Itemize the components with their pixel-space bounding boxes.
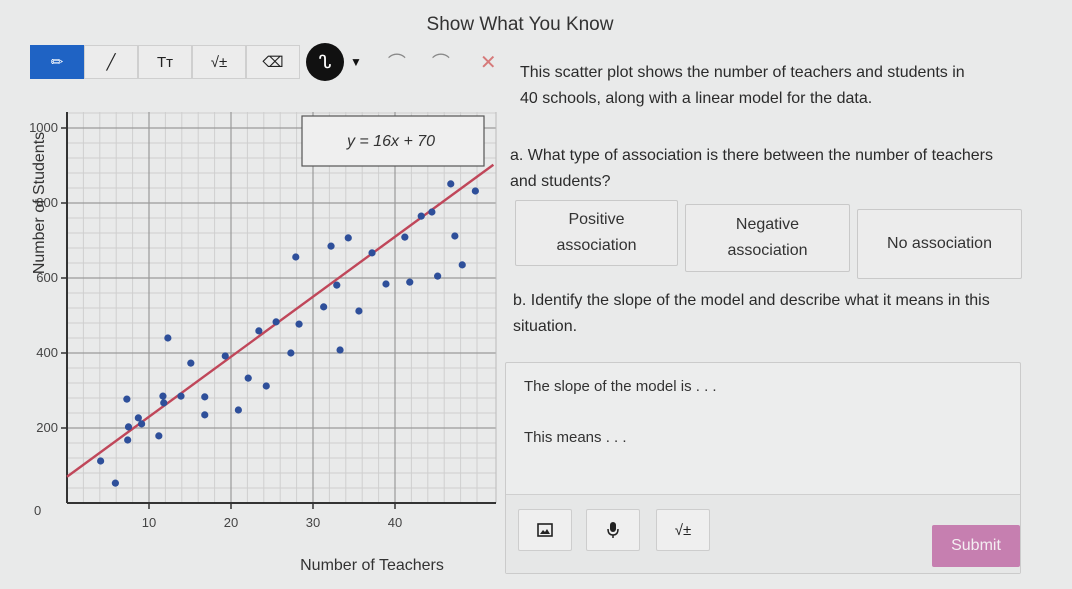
choice-label: Positive <box>568 211 625 228</box>
undo-icon[interactable]: ⌒ <box>388 49 406 75</box>
question-b: b. Identify the slope of the model and d… <box>513 292 990 335</box>
x-tick-label: 40 <box>388 515 402 530</box>
choice-no-association[interactable]: No association <box>857 209 1022 279</box>
choice-label: No association <box>887 235 992 252</box>
eraser-tool-button[interactable]: ⌫ <box>246 45 300 79</box>
data-point <box>447 180 455 188</box>
data-point <box>201 411 209 419</box>
data-point <box>160 399 168 407</box>
x-tick-label: 30 <box>306 515 320 530</box>
data-point <box>244 374 252 382</box>
data-point <box>336 346 344 354</box>
data-point <box>201 393 209 401</box>
data-point <box>138 420 146 428</box>
data-point <box>234 406 242 414</box>
prompt-line-2: 40 schools, along with a linear model fo… <box>520 90 873 107</box>
text-size-icon: Tт <box>156 53 174 71</box>
insert-image-button[interactable] <box>518 509 572 551</box>
data-point <box>451 232 459 240</box>
data-point <box>327 242 335 250</box>
math-tool-button[interactable]: √± <box>192 45 246 79</box>
choice-label: association <box>727 242 808 259</box>
y-tick-label: 200 <box>36 420 58 435</box>
eraser-icon: ⌫ <box>262 54 284 71</box>
pencil-icon: ✏ <box>50 54 64 71</box>
line-icon: ╱ <box>106 54 116 71</box>
data-point <box>272 318 280 326</box>
square-root-icon: √± <box>674 521 692 539</box>
text-tool-button[interactable]: Tт <box>138 45 192 79</box>
data-point <box>344 234 352 242</box>
answer-toolbar: √± Submit <box>506 494 1020 573</box>
chevron-down-icon[interactable]: ▼ <box>350 55 362 69</box>
data-point <box>382 280 390 288</box>
data-point <box>320 303 328 311</box>
data-point <box>164 334 172 342</box>
squiggle-icon: ᔐ <box>318 51 332 72</box>
redo-icon[interactable]: ⌒ <box>432 49 450 75</box>
problem-prompt: This scatter plot shows the number of te… <box>520 60 1040 112</box>
pen-color-button[interactable]: ᔐ <box>306 43 344 81</box>
microphone-icon <box>607 522 619 538</box>
data-point <box>124 436 132 444</box>
close-icon[interactable]: ✕ <box>480 50 497 75</box>
data-points <box>97 180 479 487</box>
x-tick-label: 10 <box>142 515 156 530</box>
x-ticks: 10 20 30 40 <box>142 503 402 530</box>
x-axis-label: Number of Teachers <box>300 557 444 574</box>
data-point <box>295 320 303 328</box>
data-point <box>155 432 163 440</box>
choice-negative-association[interactable]: Negative association <box>685 204 850 272</box>
data-point <box>458 261 466 269</box>
data-point <box>123 395 131 403</box>
choice-label: Negative <box>735 216 800 233</box>
submit-button[interactable]: Submit <box>932 525 1020 567</box>
voice-input-button[interactable] <box>586 509 640 551</box>
data-point <box>434 272 442 280</box>
image-icon <box>537 523 553 537</box>
data-point <box>262 382 270 390</box>
association-choices: Positive association Negative association … <box>515 200 1022 279</box>
equation-label: y = 16x + 70 <box>346 133 435 150</box>
data-point <box>292 253 300 261</box>
square-root-icon: √± <box>210 53 228 71</box>
data-point <box>428 208 436 216</box>
question-a: a. What type of association is there bet… <box>510 147 993 190</box>
data-point <box>221 352 229 360</box>
minor-gridlines <box>67 112 496 503</box>
chart-canvas: 10 20 30 40 2004006008001000 0 Number of Te… <box>29 112 497 574</box>
choice-label: association <box>556 237 637 254</box>
data-point <box>287 349 295 357</box>
line-tool-button[interactable]: ╱ <box>84 45 138 79</box>
data-point <box>124 423 133 431</box>
answer-line-meaning: This means . . . <box>524 429 627 446</box>
data-point <box>333 281 341 289</box>
drawing-toolbar: ✏ ╱ Tт √± ⌫ ᔐ ▼ ⌒ ⌒ ✕ <box>30 43 497 81</box>
y-tick-label: 400 <box>36 345 58 360</box>
data-point <box>417 212 425 220</box>
x-tick-label: 20 <box>224 515 238 530</box>
data-point <box>97 457 105 465</box>
data-point <box>255 327 263 335</box>
prompt-line-1: This scatter plot shows the number of te… <box>520 64 965 81</box>
data-point <box>177 392 185 400</box>
answer-textarea[interactable]: The slope of the model is . . . This mea… <box>505 362 1021 574</box>
y-axis-label: Number of Students <box>31 132 48 274</box>
data-point <box>187 359 195 367</box>
scatter-plot[interactable]: 10 20 30 40 200 400 600 800 1000 0 Number of Te… <box>0 82 500 584</box>
data-point <box>471 187 479 195</box>
data-point <box>355 307 363 315</box>
data-point <box>368 249 376 257</box>
choice-positive-association[interactable]: Positive association <box>515 200 678 266</box>
answer-line-slope: The slope of the model is . . . <box>524 378 717 395</box>
data-point <box>159 392 167 400</box>
data-point <box>406 278 414 286</box>
data-point <box>401 233 409 241</box>
pencil-tool-button[interactable]: ✏ <box>30 45 84 79</box>
page-title: Show What You Know <box>426 14 614 35</box>
origin-label: 0 <box>34 503 41 518</box>
math-input-button[interactable]: √± <box>656 509 710 551</box>
data-point <box>111 479 119 487</box>
